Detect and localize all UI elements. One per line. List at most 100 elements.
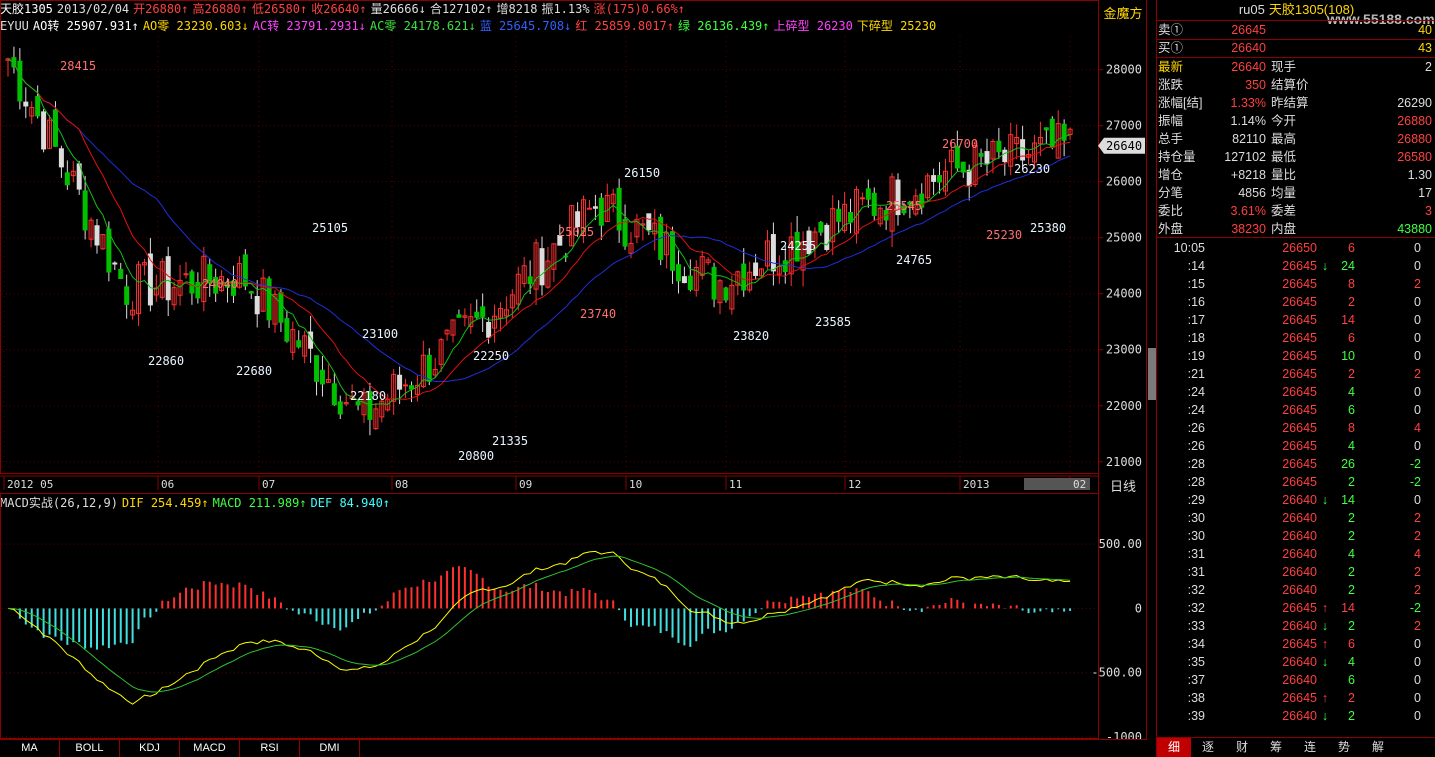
tick-volume: 14: [1341, 493, 1355, 507]
candle-body: [1002, 149, 1008, 163]
quote-value: 127102: [1224, 150, 1266, 164]
quote-label: 今开: [1271, 114, 1297, 128]
quote-value: +8218: [1230, 168, 1266, 182]
candle-body: [165, 256, 171, 301]
indicator-tabs: MA BOLL KDJ MACD RSI DMI: [0, 739, 1148, 757]
time-label: 2012 05: [7, 478, 53, 491]
quote-value: 17: [1418, 186, 1432, 200]
candle-body: [859, 197, 865, 200]
price-annotation: 25380: [1030, 221, 1066, 235]
tick-time: :24: [1187, 385, 1205, 399]
quote-value: 4856: [1238, 186, 1266, 200]
tick-time: :21: [1187, 367, 1205, 381]
tick-oi-change: 0: [1414, 439, 1421, 453]
tick-price: 26645: [1282, 259, 1317, 273]
tick-volume: 14: [1341, 313, 1355, 327]
tab-ma[interactable]: MA: [0, 740, 60, 757]
tick-oi-change: 2: [1414, 583, 1421, 597]
tick-price: 26640: [1282, 493, 1317, 507]
sell-row: 卖① 26645 40: [1157, 21, 1435, 39]
detail-tab-2[interactable]: 财: [1225, 738, 1259, 757]
tick-row: :26 26645 4 0: [1157, 437, 1435, 455]
kline-chart-area[interactable]: 天胶1305 2013/02/04 开26880↑ 高26880↑ 低26580↑ 收26…: [0, 0, 1148, 757]
tick-arrow: ↑: [1321, 601, 1329, 615]
price-tick-label: 24000: [1106, 287, 1142, 301]
quote-label: 最新: [1158, 60, 1184, 74]
tick-time: :31: [1187, 565, 1205, 579]
quote-value: 82110: [1232, 132, 1266, 146]
tick-arrow: ↑: [1321, 637, 1329, 651]
tick-price: 26645: [1282, 421, 1317, 435]
quote-row: 外盘 38230 内盘 43880: [1157, 220, 1435, 238]
time-label: 06: [161, 478, 174, 491]
candle-body: [254, 296, 260, 315]
candle-body: [527, 276, 533, 285]
tick-row: :19 26645 10 0: [1157, 347, 1435, 365]
macd-dif-line: [7, 550, 1071, 705]
tick-oi-change: 0: [1414, 241, 1421, 255]
detail-tab-5[interactable]: 势: [1327, 738, 1361, 757]
candle-body: [770, 234, 776, 272]
price-annotation: 23740: [580, 307, 616, 321]
detail-tab-4[interactable]: 连: [1293, 738, 1327, 757]
tab-boll[interactable]: BOLL: [60, 740, 120, 757]
tab-dmi[interactable]: DMI: [300, 740, 360, 757]
tab-kdj[interactable]: KDJ: [120, 740, 180, 757]
quote-label: 增仓: [1158, 168, 1184, 182]
candle-body: [818, 222, 824, 233]
tick-oi-change: 4: [1414, 421, 1421, 435]
tick-oi-change: 0: [1414, 691, 1421, 705]
scroll-thumb[interactable]: [1148, 348, 1156, 400]
quote-row: 振幅 1.14% 今开 26880: [1157, 112, 1435, 130]
price-annotation: 23820: [733, 329, 769, 343]
tick-volume: 2: [1348, 619, 1355, 633]
tick-time: 10:05: [1173, 241, 1205, 255]
quote-value: 26290: [1397, 96, 1432, 110]
tick-row: :30 26640 2 2: [1157, 527, 1435, 545]
quote-value: 26880: [1397, 132, 1432, 146]
chart-canvas[interactable]: 28000 27000 26000 25000 24000 23000 22000 21000…: [0, 0, 1148, 740]
tick-price: 26645: [1282, 691, 1317, 705]
tick-price: 26640: [1282, 529, 1317, 543]
detail-tab-6[interactable]: 解: [1361, 738, 1395, 757]
tick-row: :37 26640 6 0: [1157, 671, 1435, 689]
tick-arrow: ↓: [1321, 619, 1329, 633]
candle-body: [836, 208, 842, 222]
quote-label: 持仓量: [1158, 150, 1196, 164]
tick-volume: 6: [1348, 673, 1355, 687]
tick-oi-change: 0: [1414, 331, 1421, 345]
tick-volume: 2: [1348, 565, 1355, 579]
tick-price: 26645: [1282, 457, 1317, 471]
tick-row: :14 26645 ↓ 24 0: [1157, 257, 1435, 275]
tick-volume: 4: [1348, 547, 1355, 561]
price-annotation: 24765: [896, 253, 932, 267]
tab-rsi[interactable]: RSI: [240, 740, 300, 757]
tick-volume: 6: [1348, 331, 1355, 345]
tick-price: 26645: [1282, 367, 1317, 381]
candle-body: [242, 254, 248, 287]
detail-tab-0[interactable]: 细: [1157, 738, 1191, 757]
chart-scrollbar[interactable]: [1146, 0, 1156, 740]
quote-label: 结算价: [1271, 78, 1309, 92]
quote-label: 最低: [1271, 150, 1297, 164]
candle-body: [284, 318, 290, 342]
detail-tab-1[interactable]: 逐: [1191, 738, 1225, 757]
tick-arrow: ↓: [1321, 259, 1329, 273]
price-annotation: 25230: [986, 228, 1022, 242]
tick-price: 26640: [1282, 619, 1317, 633]
tick-volume: 8: [1348, 277, 1355, 291]
tick-time: :39: [1187, 709, 1205, 723]
time-label: 08: [395, 478, 408, 491]
tick-volume: 2: [1348, 583, 1355, 597]
detail-tab-3[interactable]: 筹: [1259, 738, 1293, 757]
tick-oi-change: 0: [1414, 313, 1421, 327]
macd-dea-line: [7, 555, 1071, 693]
candle-body: [978, 153, 984, 157]
quote-value: 1.14%: [1230, 114, 1266, 128]
tick-arrow: ↓: [1321, 709, 1329, 723]
tab-macd[interactable]: MACD: [180, 740, 240, 757]
candle-body: [996, 140, 1002, 153]
quote-label: 委差: [1271, 204, 1297, 218]
tick-volume: 6: [1348, 637, 1355, 651]
quote-label: 现手: [1271, 60, 1297, 74]
